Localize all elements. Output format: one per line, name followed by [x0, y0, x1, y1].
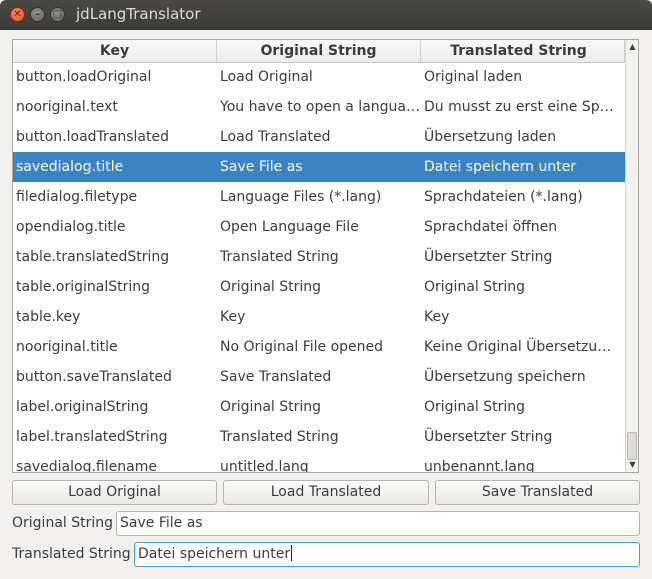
original-string-cell[interactable]: Language Files (*.lang) — [217, 182, 421, 212]
table-row[interactable]: table.key Key Key — [13, 302, 625, 332]
original-string-cell[interactable]: No Original File opened — [217, 332, 421, 362]
table-body: button.loadOriginal Load Original Original… — [13, 62, 625, 472]
original-string-cell[interactable]: Open Language File — [217, 212, 421, 242]
translated-string-field[interactable]: Datei speichern unter — [134, 542, 640, 567]
scrollbar-thumb[interactable] — [627, 432, 637, 460]
table-row[interactable]: opendialog.title Open Language File Sprach… — [13, 212, 625, 242]
key-cell[interactable]: savedialog.title — [13, 152, 217, 182]
original-string-value: Save File as — [120, 515, 203, 531]
original-string-cell[interactable]: untitled.lang — [217, 452, 421, 472]
window-title: jdLangTranslator — [76, 5, 201, 23]
key-cell[interactable]: button.saveTranslated — [13, 362, 217, 392]
maximize-icon[interactable]: □ — [50, 7, 65, 22]
table-header: Key Original String Translated String — [13, 40, 625, 63]
minimize-icon[interactable]: – — [30, 7, 45, 22]
translated-string-value: Datei speichern unter — [138, 546, 291, 562]
table-row[interactable]: table.translatedString Translated String Ü… — [13, 242, 625, 272]
key-cell[interactable]: nooriginal.title — [13, 332, 217, 362]
original-string-cell[interactable]: Translated String — [217, 242, 421, 272]
table-row[interactable]: label.originalString Original String Origi… — [13, 392, 625, 422]
table-row[interactable]: table.originalString Original String Origi… — [13, 272, 625, 302]
column-header-translated-string[interactable]: Translated String — [421, 40, 625, 62]
original-string-cell[interactable]: Key — [217, 302, 421, 332]
translated-string-cell[interactable]: Übersetzung laden — [421, 122, 625, 152]
scroll-down-arrow-icon[interactable]: ▼ — [626, 459, 638, 471]
original-string-cell[interactable]: Original String — [217, 272, 421, 302]
table-row[interactable]: nooriginal.title No Original File opened K… — [13, 332, 625, 362]
original-string-cell[interactable]: You have to open a language file first — [217, 92, 421, 122]
table-row[interactable]: savedialog.filename untitled.lang unbenann… — [13, 452, 625, 472]
table-row[interactable]: nooriginal.text You have to open a langua… — [13, 92, 625, 122]
key-cell[interactable]: savedialog.filename — [13, 452, 217, 472]
close-icon[interactable]: ✕ — [10, 7, 25, 22]
translated-string-cell[interactable]: Du musst zu erst eine Sprachdatei öffnen — [421, 92, 625, 122]
original-string-cell[interactable]: Save File as — [217, 152, 421, 182]
key-cell[interactable]: button.loadOriginal — [13, 62, 217, 92]
translated-string-cell[interactable]: Original String — [421, 272, 625, 302]
translated-string-cell[interactable]: Keine Original Übersetzung geöffnet — [421, 332, 625, 362]
original-string-cell[interactable]: Translated String — [217, 422, 421, 452]
title-bar: ✕ – □ jdLangTranslator — [0, 0, 652, 30]
original-string-label: Original String — [12, 515, 114, 531]
load-original-button[interactable]: Load Original — [12, 480, 217, 505]
table-row[interactable]: label.translatedString Translated String Ü… — [13, 422, 625, 452]
translated-string-cell[interactable]: Sprachdatei öffnen — [421, 212, 625, 242]
translated-string-cell[interactable]: unbenannt.lang — [421, 452, 625, 472]
translated-string-cell[interactable]: Key — [421, 302, 625, 332]
key-cell[interactable]: table.originalString — [13, 272, 217, 302]
translated-string-cell[interactable]: Übersetzter String — [421, 422, 625, 452]
table-row[interactable]: filedialog.filetype Language Files (*.lan… — [13, 182, 625, 212]
key-cell[interactable]: label.translatedString — [13, 422, 217, 452]
key-cell[interactable]: button.loadTranslated — [13, 122, 217, 152]
column-header-key[interactable]: Key — [13, 40, 217, 62]
original-string-cell[interactable]: Load Original — [217, 62, 421, 92]
scroll-up-arrow-icon[interactable]: ▲ — [626, 41, 638, 53]
table-row[interactable]: button.loadTranslated Load Translated Über… — [13, 122, 625, 152]
table-row[interactable]: savedialog.title Save File as Datei speich… — [13, 152, 625, 182]
translated-string-label: Translated String — [12, 546, 131, 562]
translated-string-cell[interactable]: Übersetzter String — [421, 242, 625, 272]
load-translated-button[interactable]: Load Translated — [223, 480, 429, 505]
translated-string-cell[interactable]: Übersetzung speichern — [421, 362, 625, 392]
original-string-cell[interactable]: Load Translated — [217, 122, 421, 152]
save-translated-button[interactable]: Save Translated — [435, 480, 640, 505]
translated-string-cell[interactable]: Sprachdateien (*.lang) — [421, 182, 625, 212]
key-cell[interactable]: table.key — [13, 302, 217, 332]
original-string-cell[interactable]: Original String — [217, 392, 421, 422]
translated-string-cell[interactable]: Original String — [421, 392, 625, 422]
translated-string-cell[interactable]: Datei speichern unter — [421, 152, 625, 182]
table-row[interactable]: button.saveTranslated Save Translated Über… — [13, 362, 625, 392]
original-string-cell[interactable]: Save Translated — [217, 362, 421, 392]
key-cell[interactable]: nooriginal.text — [13, 92, 217, 122]
key-cell[interactable]: opendialog.title — [13, 212, 217, 242]
original-string-field[interactable]: Save File as — [116, 511, 640, 536]
translation-table[interactable]: Key Original String Translated String bu… — [12, 39, 639, 473]
translated-string-cell[interactable]: Original laden — [421, 62, 625, 92]
key-cell[interactable]: table.translatedString — [13, 242, 217, 272]
column-header-original-string[interactable]: Original String — [217, 40, 421, 62]
key-cell[interactable]: label.originalString — [13, 392, 217, 422]
text-cursor — [291, 545, 293, 561]
vertical-scrollbar[interactable]: ▲ ▼ — [625, 40, 638, 472]
key-cell[interactable]: filedialog.filetype — [13, 182, 217, 212]
table-row[interactable]: button.loadOriginal Load Original Original… — [13, 62, 625, 92]
